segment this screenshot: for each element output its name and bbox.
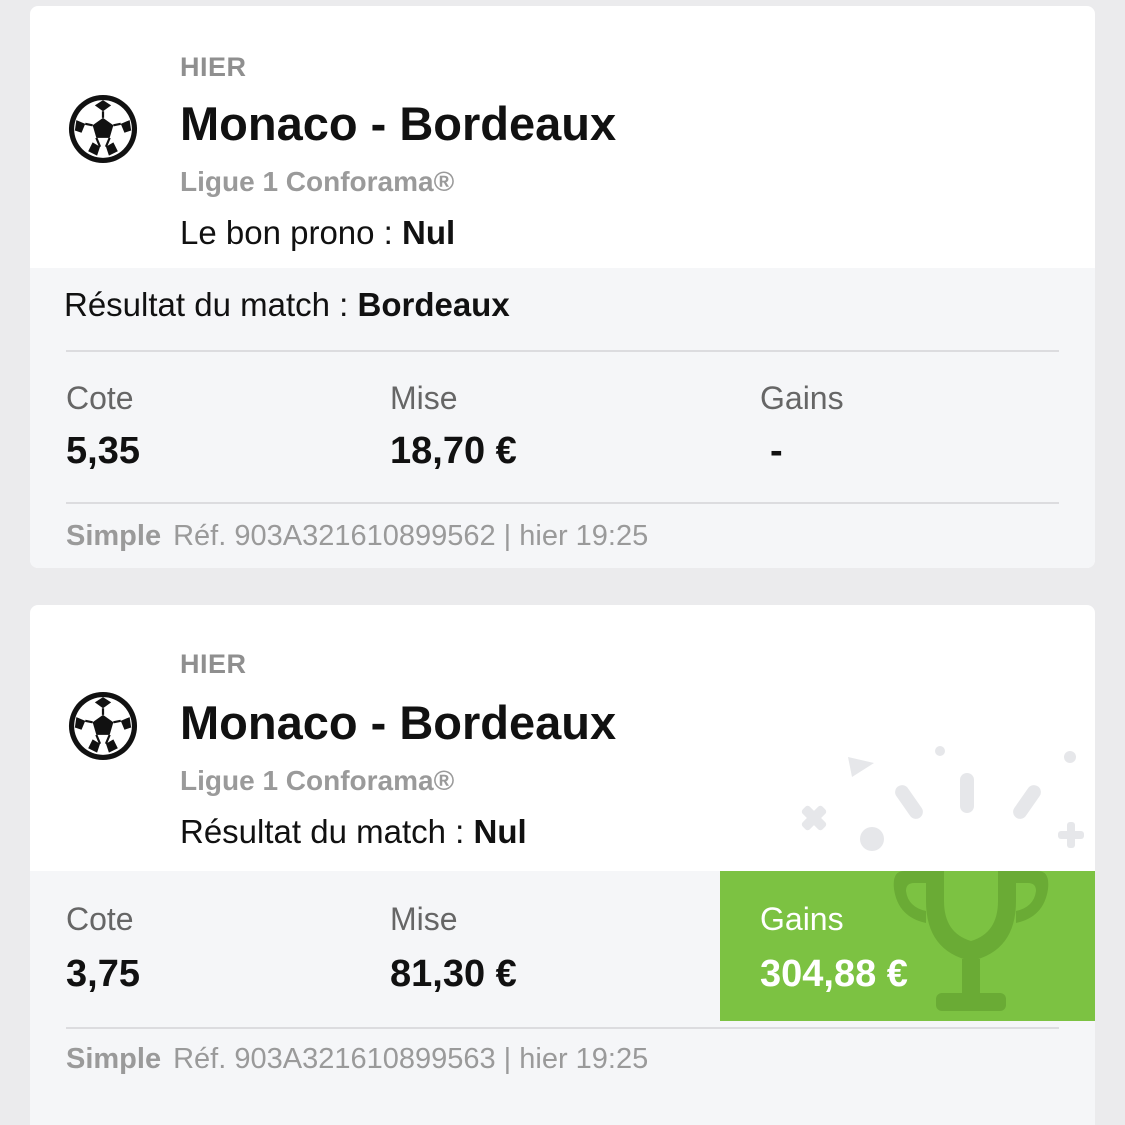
bet-reference: Simple Réf. 903A321610899563 | hier 19:25: [66, 1043, 648, 1076]
mise-label: Mise: [390, 901, 458, 937]
gains-value: -: [770, 430, 783, 472]
gains-value: 304,88 €: [760, 953, 908, 995]
bet-type: Simple: [66, 520, 162, 552]
bet-details: Cote 3,75 Mise 81,30 € Gains 304,88 € Si…: [30, 871, 1095, 1125]
reference-text: Réf. 903A321610899562 | hier 19:25: [173, 520, 649, 552]
divider: [66, 1027, 1059, 1029]
match-result: Résultat du match : Bordeaux: [64, 286, 510, 324]
divider: [66, 350, 1059, 352]
reference-text: Réf. 903A321610899563 | hier 19:25: [173, 1043, 649, 1075]
prediction-label: Le bon prono :: [180, 214, 403, 251]
result-value: Bordeaux: [357, 286, 510, 323]
match-result: Résultat du match : Nul: [180, 813, 527, 851]
result-value: Nul: [473, 813, 527, 850]
cote-label: Cote: [66, 380, 134, 416]
trophy-icon: [893, 871, 1049, 1011]
bet-type: Simple: [66, 1043, 162, 1075]
result-label: Résultat du match :: [180, 813, 474, 850]
gains-box: Gains 304,88 €: [720, 871, 1095, 1021]
confetti-decoration-icon: [801, 746, 1084, 851]
prediction-value: Nul: [402, 214, 456, 251]
divider: [66, 502, 1059, 504]
bet-day: HIER: [180, 52, 247, 82]
league-name: Ligue 1 Conforama®: [180, 166, 455, 197]
cote-label: Cote: [66, 901, 134, 937]
bet-card-won[interactable]: HIER Monaco - Bordeaux Ligue 1 Conforama…: [30, 605, 1095, 1125]
soccer-ball-icon: [68, 691, 138, 761]
match-title: Monaco - Bordeaux: [180, 97, 617, 150]
league-name: Ligue 1 Conforama®: [180, 765, 455, 796]
mise-label: Mise: [390, 380, 458, 416]
soccer-ball-icon: [68, 94, 138, 164]
result-label: Résultat du match :: [64, 286, 358, 323]
bet-day: HIER: [180, 649, 247, 679]
bet-prediction: Le bon prono : Nul: [180, 214, 455, 252]
bet-details: Résultat du match : Bordeaux Cote 5,35 M…: [30, 268, 1095, 568]
gains-label: Gains: [760, 380, 844, 416]
bet-card[interactable]: HIER Monaco - Bordeaux Ligue 1 Conforama…: [30, 6, 1095, 568]
cote-value: 3,75: [66, 953, 140, 995]
mise-value: 81,30 €: [390, 953, 517, 995]
cote-value: 5,35: [66, 430, 140, 472]
gains-label: Gains: [760, 901, 844, 937]
match-title: Monaco - Bordeaux: [180, 696, 617, 749]
mise-value: 18,70 €: [390, 430, 517, 472]
bet-reference: Simple Réf. 903A321610899562 | hier 19:25: [66, 520, 648, 553]
